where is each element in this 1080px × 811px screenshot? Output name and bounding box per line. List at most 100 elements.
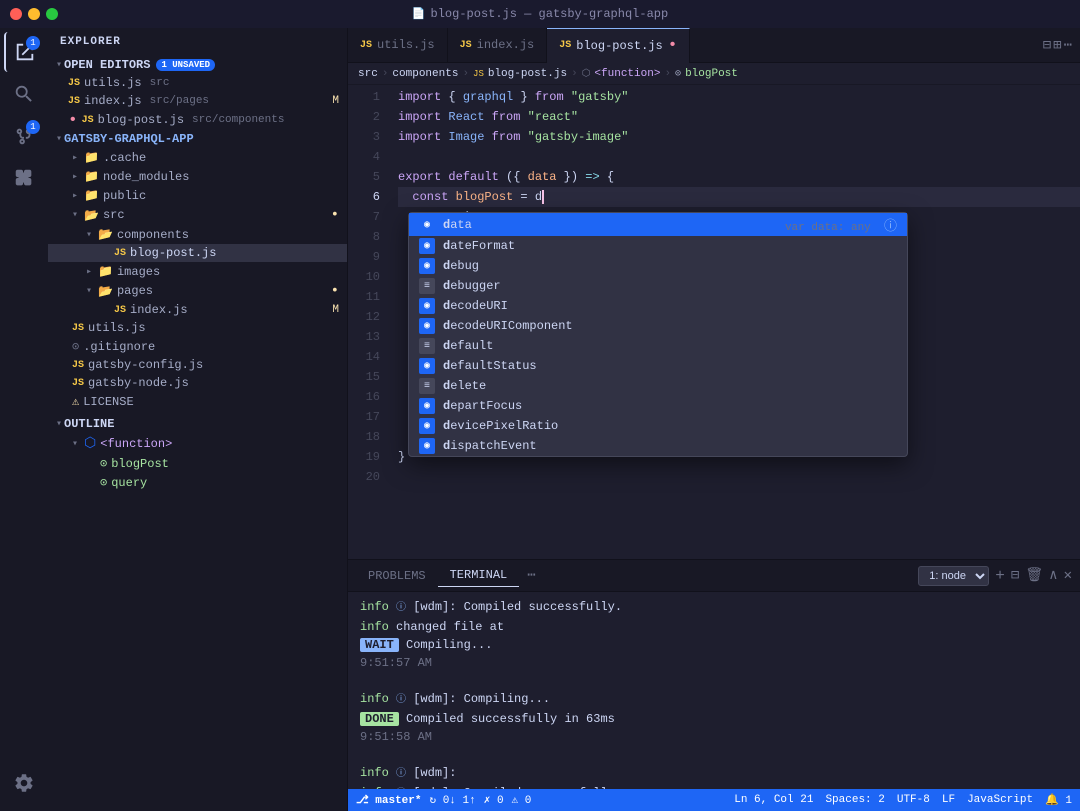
folder-node-modules[interactable]: ▸ 📁 node_modules	[48, 167, 347, 186]
git-branch[interactable]: ⎇ master*	[356, 793, 421, 807]
outline-section[interactable]: ▾ OUTLINE	[48, 415, 347, 433]
ac-item-decodeuri[interactable]: ◉ decodeURI	[409, 296, 907, 316]
cursor-position[interactable]: Ln 6, Col 21	[734, 794, 813, 806]
title-bar: 📄 blog-post.js — gatsby-graphql-app	[0, 0, 1080, 28]
sync-status[interactable]: ↻ 0↓ 1↑	[429, 793, 475, 807]
done-badge: DONE	[360, 712, 399, 726]
unsaved-dot-icon: •	[68, 112, 78, 128]
close-button[interactable]	[10, 8, 22, 20]
license-icon: ⚠	[72, 394, 79, 409]
terminal-select[interactable]: 1: node	[918, 566, 989, 586]
file-gatsby-node[interactable]: JS gatsby-node.js	[48, 374, 347, 392]
spaces[interactable]: Spaces: 2	[825, 794, 884, 806]
search-activity-icon[interactable]	[4, 74, 44, 114]
outline-query[interactable]: ⊙ query	[48, 473, 347, 492]
maximize-button[interactable]	[46, 8, 58, 20]
notifications[interactable]: 🔔 1	[1045, 793, 1072, 807]
editor-actions: ⊟ ⊞ ⋯	[1035, 37, 1080, 54]
layout-icon[interactable]: ⊞	[1053, 37, 1061, 54]
folder-cache[interactable]: ▸ 📁 .cache	[48, 148, 347, 167]
terminal-more-icon[interactable]: ⋯	[519, 567, 543, 584]
file-utils-js[interactable]: JS utils.js	[48, 319, 347, 337]
folder-images[interactable]: ▸ 📁 images	[48, 262, 347, 281]
chevron-down-icon: ▾	[72, 438, 78, 450]
project-section[interactable]: ▾ GATSBY-GRAPHQL-APP	[48, 130, 347, 148]
ac-item-dispatchevent[interactable]: ◉ dispatchEvent	[409, 436, 907, 456]
file-gatsby-config[interactable]: JS gatsby-config.js	[48, 356, 347, 374]
explorer-activity-icon[interactable]: 1	[4, 32, 44, 72]
bc-sep: ›	[571, 68, 578, 80]
file-blog-post-js[interactable]: JS blog-post.js	[48, 244, 347, 262]
folder-icon: 📂	[84, 208, 99, 223]
warnings-status[interactable]: ⚠ 0	[512, 793, 532, 807]
collapse-icon[interactable]: ∧	[1049, 567, 1057, 584]
ac-item-departfocus[interactable]: ◉ departFocus	[409, 396, 907, 416]
modified-dot: •	[331, 283, 339, 299]
language[interactable]: JavaScript	[967, 794, 1033, 806]
open-editor-utils[interactable]: JS utils.js src	[48, 74, 347, 92]
sidebar-title: EXPLORER	[48, 28, 347, 56]
chevron-right-icon: ▸	[72, 152, 78, 164]
add-terminal-icon[interactable]: +	[995, 567, 1005, 585]
file-icon: 📄	[412, 7, 426, 21]
code-line-2: import React from "react"	[398, 107, 1080, 127]
outline-function[interactable]: ▾ ⬡ <function>	[48, 433, 347, 454]
encoding[interactable]: UTF-8	[897, 794, 930, 806]
folder-pages[interactable]: ▾ 📂 pages •	[48, 281, 347, 301]
bc-src[interactable]: src	[358, 68, 378, 80]
code-line-4	[398, 147, 1080, 167]
terminal-panel: PROBLEMS TERMINAL ⋯ 1: node + ⊟ 🗑 ∧ ✕	[348, 559, 1080, 789]
ac-var-icon: ◉	[419, 217, 435, 233]
close-terminal-icon[interactable]: ✕	[1064, 567, 1072, 584]
extensions-activity-icon[interactable]	[4, 158, 44, 198]
autocomplete-dropdown[interactable]: ◉ data var data: any ⓘ ◉ dateFormat ◉ de…	[408, 212, 908, 457]
ac-item-decodeuricomponent[interactable]: ◉ decodeURIComponent	[409, 316, 907, 336]
code-editor[interactable]: 12345 6 7891011 1213141516 17181920 impo…	[348, 85, 1080, 559]
bc-components[interactable]: components	[392, 68, 458, 80]
split-terminal-icon[interactable]: ⊟	[1011, 567, 1019, 584]
ac-item-defaultstatus[interactable]: ◉ defaultStatus	[409, 356, 907, 376]
folder-components[interactable]: ▾ 📂 components	[48, 225, 347, 244]
unsaved-indicator: •	[668, 39, 678, 52]
bc-file[interactable]: blog-post.js	[488, 68, 567, 80]
tab-bar: JS utils.js JS index.js JS blog-post.js …	[348, 28, 1080, 63]
split-editor-icon[interactable]: ⊟	[1043, 37, 1051, 54]
ac-fn-icon: ◉	[419, 418, 435, 434]
open-editors-section[interactable]: ▾ OPEN EDITORS 1 UNSAVED	[48, 56, 347, 74]
folder-src[interactable]: ▾ 📂 src •	[48, 205, 347, 225]
folder-public[interactable]: ▸ 📁 public	[48, 186, 347, 205]
tab-utils-js[interactable]: JS utils.js	[348, 28, 448, 63]
file-gitignore[interactable]: ⊙ .gitignore	[48, 337, 347, 356]
file-index-js[interactable]: JS index.js M	[48, 301, 347, 319]
bc-function[interactable]: <function>	[594, 68, 660, 80]
js-file-icon: JS	[559, 40, 571, 51]
ac-item-devicepixelratio[interactable]: ◉ devicePixelRatio	[409, 416, 907, 436]
terminal-tab[interactable]: TERMINAL	[438, 564, 520, 587]
source-control-activity-icon[interactable]: 1	[4, 116, 44, 156]
ac-item-debugger[interactable]: ≡ debugger	[409, 276, 907, 296]
trash-icon[interactable]: 🗑	[1025, 567, 1043, 584]
outline-blogpost[interactable]: ⊙ blogPost	[48, 454, 347, 473]
problems-tab[interactable]: PROBLEMS	[356, 565, 438, 587]
bc-blogpost[interactable]: blogPost	[685, 68, 738, 80]
settings-activity-icon[interactable]	[4, 763, 44, 803]
minimize-button[interactable]	[28, 8, 40, 20]
ac-item-dateformat[interactable]: ◉ dateFormat	[409, 236, 907, 256]
code-line-6: const blogPost = d	[398, 187, 1080, 207]
chevron-down-icon: ▾	[86, 285, 92, 297]
more-actions-icon[interactable]: ⋯	[1064, 37, 1072, 54]
open-editor-index[interactable]: JS index.js src/pages M	[48, 92, 347, 110]
file-icon: ⊙	[72, 339, 79, 354]
status-bar: ⎇ master* ↻ 0↓ 1↑ ✗ 0 ⚠ 0 Ln 6, Col 21 S…	[348, 789, 1080, 811]
tab-index-js[interactable]: JS index.js	[448, 28, 548, 63]
ac-item-data[interactable]: ◉ data var data: any ⓘ	[409, 213, 907, 236]
ac-item-default[interactable]: ≡ default	[409, 336, 907, 356]
line-ending[interactable]: LF	[942, 794, 955, 806]
ac-item-delete[interactable]: ≡ delete	[409, 376, 907, 396]
tab-blog-post-js[interactable]: JS blog-post.js •	[547, 28, 690, 63]
file-license[interactable]: ⚠ LICENSE	[48, 392, 347, 411]
ac-item-debug[interactable]: ◉ debug	[409, 256, 907, 276]
errors-status[interactable]: ✗ 0	[484, 793, 504, 807]
open-editor-blog-post[interactable]: • JS blog-post.js src/components	[48, 110, 347, 130]
text-cursor	[542, 190, 544, 204]
